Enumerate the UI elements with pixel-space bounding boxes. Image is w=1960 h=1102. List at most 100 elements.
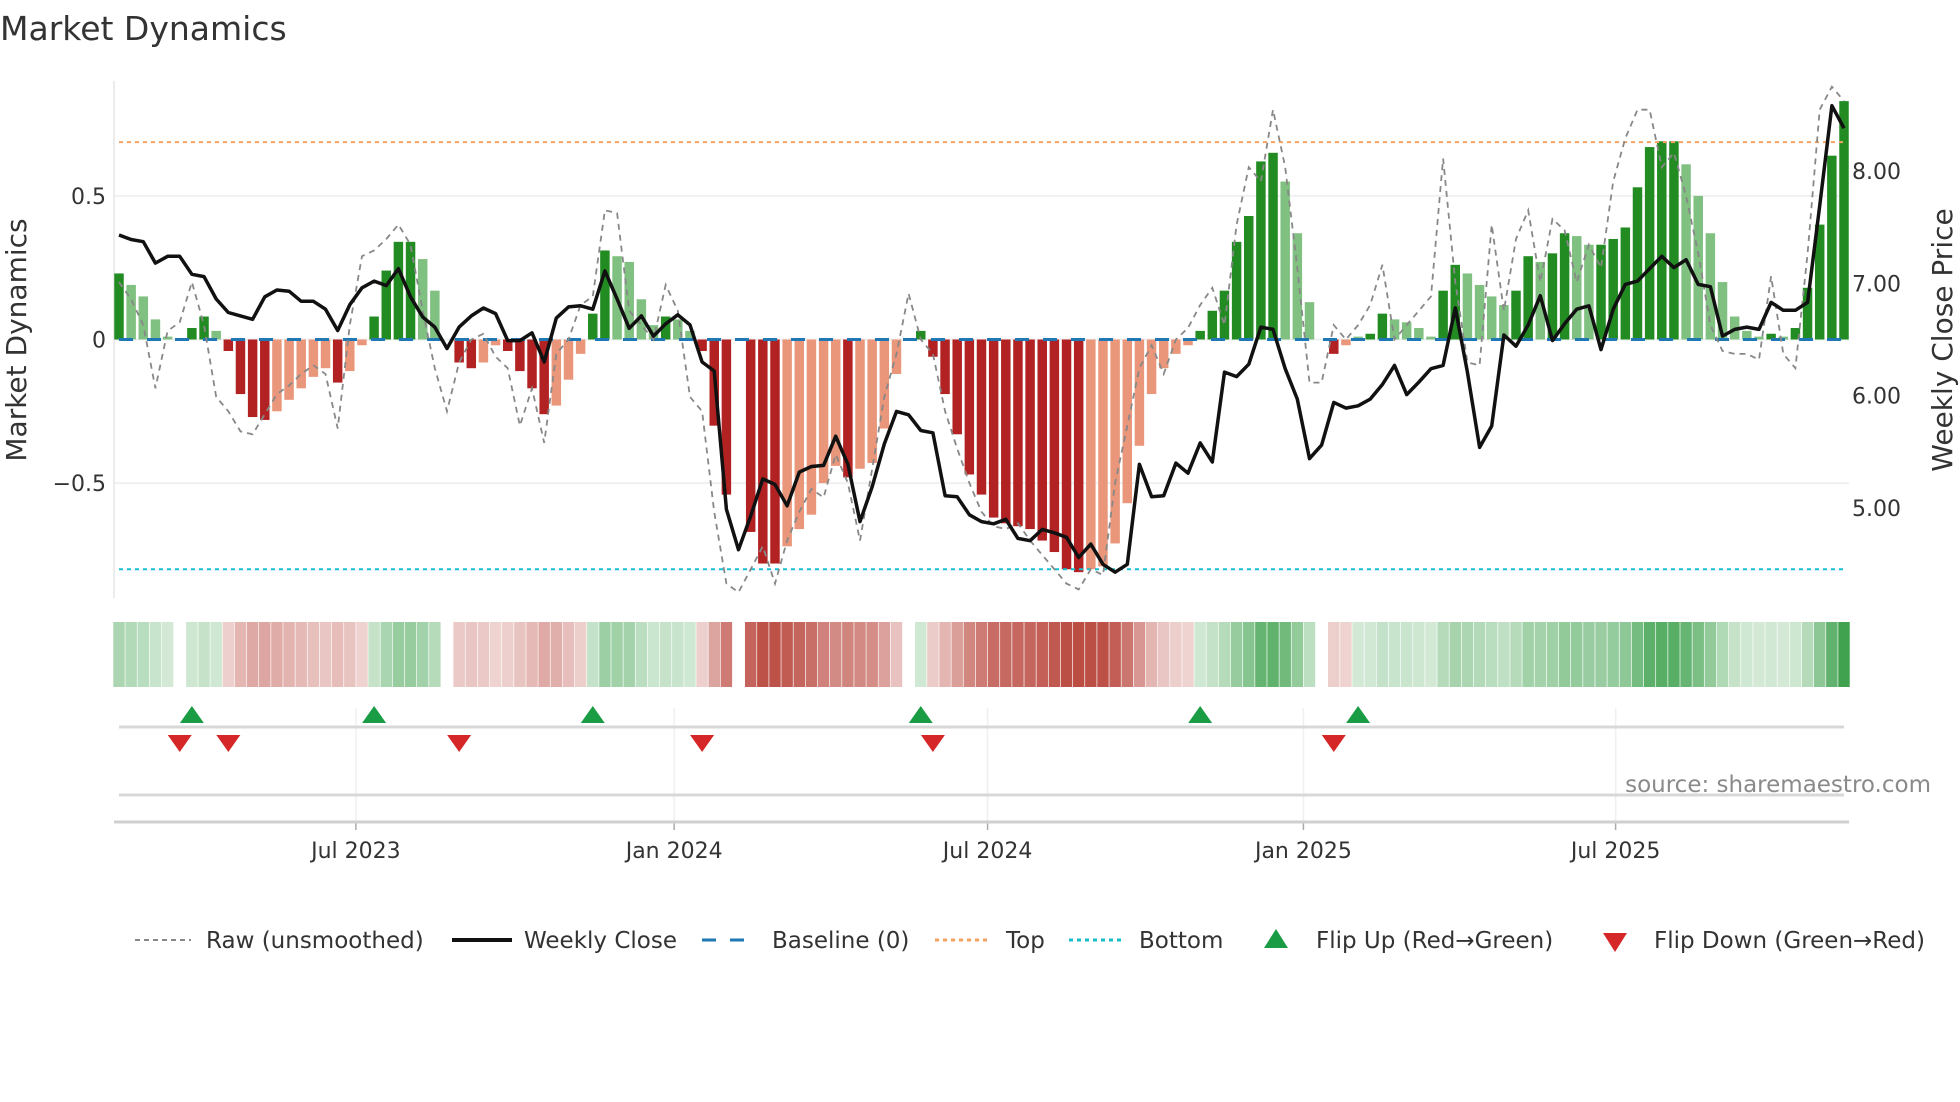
heat-cell	[1024, 622, 1036, 687]
bar	[332, 339, 343, 383]
heat-cell	[465, 622, 478, 687]
heat-cell	[562, 622, 575, 687]
heat-cell	[599, 622, 611, 687]
bar	[357, 339, 367, 346]
flip-down-marker	[920, 735, 945, 752]
flip-up-marker	[1346, 706, 1371, 723]
y-axis-title: Market Dynamics	[0, 218, 33, 461]
right-axis-ticks: 8.00 7.00 6.00 5.00	[1852, 160, 1901, 522]
heat-cell	[1656, 622, 1668, 687]
bar	[1644, 147, 1655, 340]
heat-cell	[635, 622, 648, 687]
bar	[1037, 339, 1047, 541]
heat-cell	[271, 622, 283, 687]
bar	[296, 339, 306, 389]
legend-item-baseline[interactable]: Baseline (0)	[702, 928, 909, 954]
heat-cell	[1000, 622, 1012, 687]
bar	[1341, 339, 1351, 346]
heat-cell	[1048, 622, 1061, 687]
x-tick-label: Jan 2025	[1253, 839, 1352, 864]
heat-cell	[623, 622, 635, 687]
heat-cell	[1838, 622, 1850, 687]
flip-markers	[167, 706, 1371, 752]
legend-item-flip-up[interactable]: Flip Up (Red→Green)	[1264, 928, 1553, 954]
heat-cell	[1230, 622, 1243, 687]
x-tick-label: Jan 2024	[624, 839, 723, 864]
legend-item-raw[interactable]: Raw (unsmoothed)	[135, 928, 424, 954]
legend-flip-down-label: Flip Down (Green→Red)	[1654, 928, 1925, 954]
heat-cell	[1255, 622, 1267, 687]
heat-cell	[1303, 622, 1316, 687]
x-tick-label: Jul 2023	[309, 839, 401, 864]
heat-cell	[125, 622, 137, 687]
bar	[150, 319, 161, 340]
flip-down-marker	[167, 735, 192, 752]
heat-cell	[1194, 622, 1206, 687]
bar	[1207, 310, 1218, 340]
heat-cell	[186, 622, 198, 687]
bar	[1329, 339, 1339, 354]
heat-cell	[1595, 622, 1607, 687]
bar	[1681, 164, 1691, 340]
bar	[588, 313, 598, 340]
heat-cell	[1485, 622, 1498, 687]
bar	[563, 339, 574, 380]
heat-cell	[1267, 622, 1279, 687]
legend-item-top[interactable]: Top	[935, 928, 1045, 954]
bar	[1486, 296, 1497, 340]
heat-cell	[1206, 622, 1219, 687]
bar	[393, 241, 404, 340]
legend-item-close[interactable]: Weekly Close	[452, 928, 677, 954]
heat-cell	[283, 622, 295, 687]
heat-cell	[1546, 622, 1559, 687]
heat-cell	[210, 622, 222, 687]
heat-cell	[368, 622, 380, 687]
bar	[600, 250, 610, 340]
bar	[1414, 328, 1424, 340]
legend-item-flip-down[interactable]: Flip Down (Green→Red)	[1603, 928, 1925, 954]
heat-cell	[198, 622, 210, 687]
bar	[1244, 215, 1254, 340]
legend-flip-up-label: Flip Up (Red→Green)	[1316, 928, 1553, 954]
legend-item-bottom[interactable]: Bottom	[1069, 928, 1223, 954]
heat-cell	[514, 622, 526, 687]
bar	[940, 339, 950, 395]
y-tick-label: 0	[92, 329, 106, 354]
heat-cell	[1218, 622, 1231, 687]
heat-cell	[744, 622, 757, 687]
bar	[575, 339, 586, 354]
bar	[466, 339, 477, 369]
heat-cell	[1425, 622, 1437, 687]
bar	[235, 339, 246, 395]
bar	[1268, 152, 1278, 340]
heat-cell	[672, 622, 684, 687]
bar	[988, 339, 999, 518]
heat-cell	[574, 622, 587, 687]
bar	[1001, 339, 1011, 524]
bar	[1377, 313, 1388, 340]
source-watermark: source: sharemaestro.com	[1625, 772, 1931, 798]
heat-cell	[1388, 622, 1401, 687]
heat-cell	[1109, 622, 1121, 687]
bar	[320, 339, 331, 369]
heat-cell	[1182, 622, 1194, 687]
heat-cell	[1085, 622, 1097, 687]
heat-cell	[1777, 622, 1789, 687]
heat-cell	[963, 622, 976, 687]
heat-cell	[477, 622, 490, 687]
heat-cell	[987, 622, 1000, 687]
heat-cell	[295, 622, 307, 687]
heat-cell	[805, 622, 818, 687]
heat-cell	[1643, 622, 1656, 687]
heat-cell	[878, 622, 891, 687]
bar	[1086, 339, 1096, 570]
heat-cell	[137, 622, 150, 687]
heat-cell	[453, 622, 465, 687]
y2-tick-label: 5.00	[1852, 497, 1901, 522]
bar	[855, 339, 865, 469]
y-tick-label: −0.5	[53, 472, 106, 497]
bar	[1839, 101, 1849, 340]
bar	[770, 339, 780, 564]
heat-cell	[550, 622, 563, 687]
heat-cell	[587, 622, 599, 687]
